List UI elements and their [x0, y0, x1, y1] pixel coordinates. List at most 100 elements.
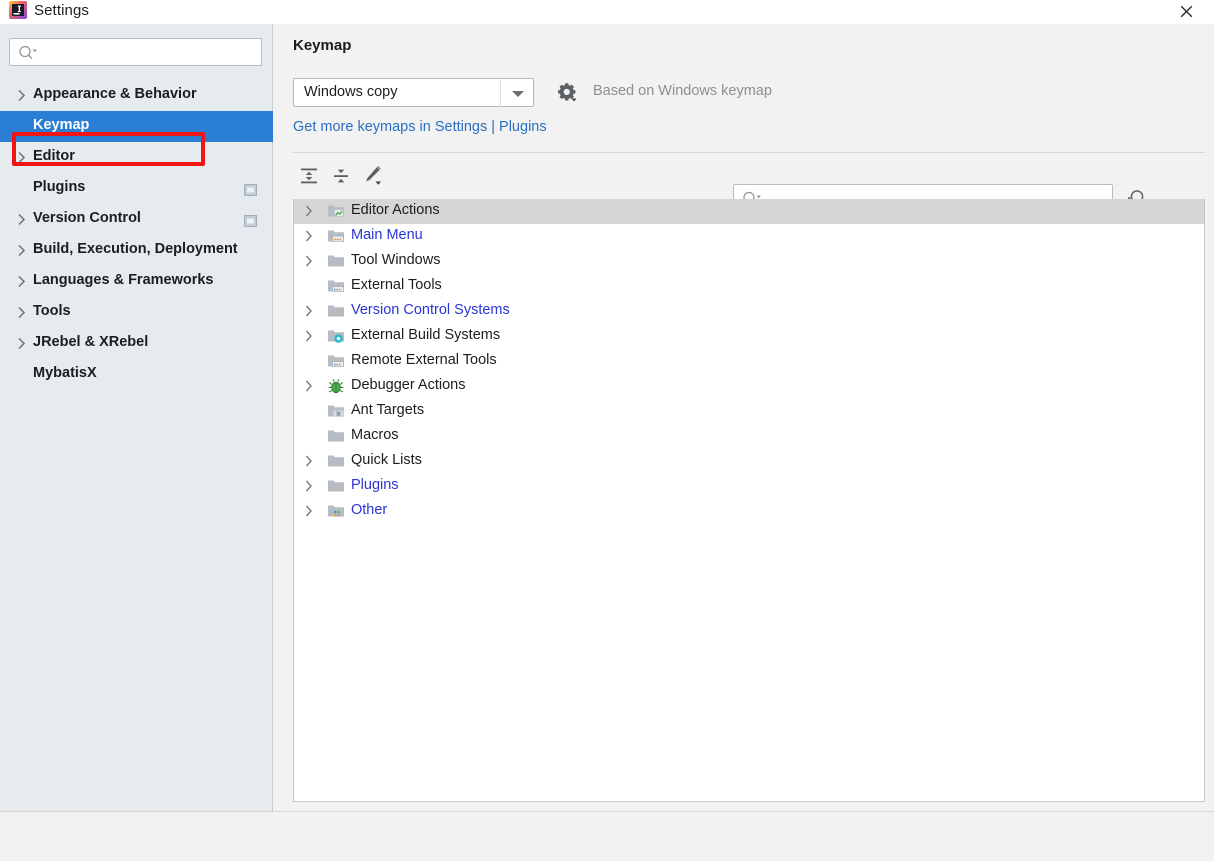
sidebar-item-appearance-behavior[interactable]: Appearance & Behavior	[0, 80, 273, 111]
project-scope-icon	[244, 214, 257, 226]
bug-icon	[327, 378, 345, 394]
tree-row-label: Debugger Actions	[351, 377, 465, 393]
sidebar-item-jrebel-xrebel[interactable]: JRebel & XRebel	[0, 328, 273, 359]
sidebar-item-label: Plugins	[33, 179, 85, 195]
chevron-right-icon	[17, 151, 26, 164]
intellij-idea-logo-icon	[9, 1, 27, 19]
sidebar-search-input[interactable]	[43, 42, 255, 63]
sidebar-item-editor[interactable]: Editor	[0, 142, 273, 173]
chevron-right-icon[interactable]	[304, 204, 314, 218]
sidebar-item-version-control[interactable]: Version Control	[0, 204, 273, 235]
keymap-select[interactable]: Windows copy	[293, 78, 534, 107]
sidebar-item-mybatisx[interactable]: MybatisX	[0, 359, 273, 390]
expand-all-icon[interactable]	[297, 164, 321, 188]
chevron-right-icon[interactable]	[304, 379, 314, 393]
sidebar-item-label: Languages & Frameworks	[33, 272, 214, 288]
tree-row[interactable]: Editor Actions	[294, 199, 1204, 224]
keymap-settings-pane: Keymap Windows copy Based on Windows key…	[274, 24, 1214, 811]
search-icon	[18, 44, 40, 61]
folder-icon	[327, 303, 345, 319]
folder-ant-icon	[327, 403, 345, 419]
chevron-right-icon	[17, 275, 26, 288]
tree-row[interactable]: Other	[294, 499, 1204, 524]
edit-pencil-icon[interactable]	[361, 164, 385, 188]
sidebar-item-label: Version Control	[33, 210, 141, 226]
tree-row-label: Ant Targets	[351, 402, 424, 418]
tree-row[interactable]: Tool Windows	[294, 249, 1204, 274]
tree-row[interactable]: Debugger Actions	[294, 374, 1204, 399]
keymap-selector-row: Windows copy Based on Windows keymap	[293, 78, 534, 107]
sidebar-item-label: Appearance & Behavior	[33, 86, 197, 102]
tree-row-label: Editor Actions	[351, 202, 440, 218]
keymap-select-value: Windows copy	[304, 84, 397, 100]
chevron-right-icon	[17, 213, 26, 226]
chevron-right-icon[interactable]	[304, 254, 314, 268]
sidebar-item-keymap[interactable]: Keymap	[0, 111, 273, 142]
based-on-keymap-text: Based on Windows keymap	[593, 83, 772, 99]
gear-icon[interactable]	[554, 80, 580, 104]
keymap-actions-tree[interactable]: Editor Actions Main Menu	[293, 199, 1205, 802]
tree-row[interactable]: Macros	[294, 424, 1204, 449]
combo-separator	[500, 80, 501, 107]
sidebar-search-box[interactable]	[9, 38, 262, 66]
keymap-tree-toolbar	[293, 153, 1205, 199]
sidebar-item-label: Tools	[33, 303, 71, 319]
chevron-right-icon	[17, 244, 26, 257]
folder-icon	[327, 253, 345, 269]
folder-tools-icon	[327, 278, 345, 294]
tree-row[interactable]: Main Menu	[294, 224, 1204, 249]
tree-row-label: Macros	[351, 427, 399, 443]
dialog-footer: ? OK Cancel Apply	[0, 812, 1214, 861]
chevron-right-icon[interactable]	[304, 479, 314, 493]
sidebar-item-languages-frameworks[interactable]: Languages & Frameworks	[0, 266, 273, 297]
sidebar-item-label: Keymap	[33, 117, 89, 133]
tree-row[interactable]: Remote External Tools	[294, 349, 1204, 374]
chevron-right-icon[interactable]	[304, 454, 314, 468]
folder-editor-icon	[327, 203, 345, 219]
collapse-all-icon[interactable]	[329, 164, 353, 188]
settings-sidebar: Appearance & Behavior Keymap Editor Plug…	[0, 24, 273, 811]
chevron-right-icon[interactable]	[304, 304, 314, 318]
tree-row-label: Quick Lists	[351, 452, 422, 468]
tree-row-label: Version Control Systems	[351, 302, 510, 318]
sidebar-item-list: Appearance & Behavior Keymap Editor Plug…	[0, 80, 273, 390]
page-title: Keymap	[293, 37, 351, 54]
sidebar-item-tools[interactable]: Tools	[0, 297, 273, 328]
close-icon[interactable]	[1166, 0, 1206, 22]
tree-row-label: Main Menu	[351, 227, 423, 243]
folder-icon	[327, 428, 345, 444]
tree-row-label: External Tools	[351, 277, 442, 293]
chevron-right-icon	[17, 337, 26, 350]
project-scope-icon	[244, 183, 257, 195]
tree-row[interactable]: Version Control Systems	[294, 299, 1204, 324]
sidebar-item-label: Editor	[33, 148, 75, 164]
tree-row-label: Remote External Tools	[351, 352, 497, 368]
tree-row[interactable]: External Build Systems	[294, 324, 1204, 349]
get-more-keymaps-link[interactable]: Get more keymaps in Settings | Plugins	[293, 119, 547, 135]
tree-row[interactable]: Quick Lists	[294, 449, 1204, 474]
folder-icon	[327, 453, 345, 469]
tree-row-label: External Build Systems	[351, 327, 500, 343]
folder-icon	[327, 478, 345, 494]
chevron-right-icon[interactable]	[304, 504, 314, 518]
tree-row[interactable]: Plugins	[294, 474, 1204, 499]
sidebar-item-build-execution-deployment[interactable]: Build, Execution, Deployment	[0, 235, 273, 266]
sidebar-item-plugins[interactable]: Plugins	[0, 173, 273, 204]
tree-row-label: Plugins	[351, 477, 399, 493]
sidebar-item-label: JRebel & XRebel	[33, 334, 148, 350]
folder-other-icon	[327, 503, 345, 519]
tree-row[interactable]: Ant Targets	[294, 399, 1204, 424]
tree-row-label: Other	[351, 502, 387, 518]
folder-menu-icon	[327, 228, 345, 244]
folder-tools-icon	[327, 353, 345, 369]
tree-row-label: Tool Windows	[351, 252, 440, 268]
chevron-right-icon[interactable]	[304, 329, 314, 343]
window-title: Settings	[34, 2, 89, 19]
tree-row[interactable]: External Tools	[294, 274, 1204, 299]
settings-dialog: Settings Appearance & B	[0, 0, 1214, 861]
chevron-right-icon[interactable]	[304, 229, 314, 243]
sidebar-item-label: MybatisX	[33, 365, 97, 381]
folder-build-icon	[327, 328, 345, 344]
title-bar: Settings	[0, 0, 1214, 24]
chevron-right-icon	[17, 89, 26, 102]
